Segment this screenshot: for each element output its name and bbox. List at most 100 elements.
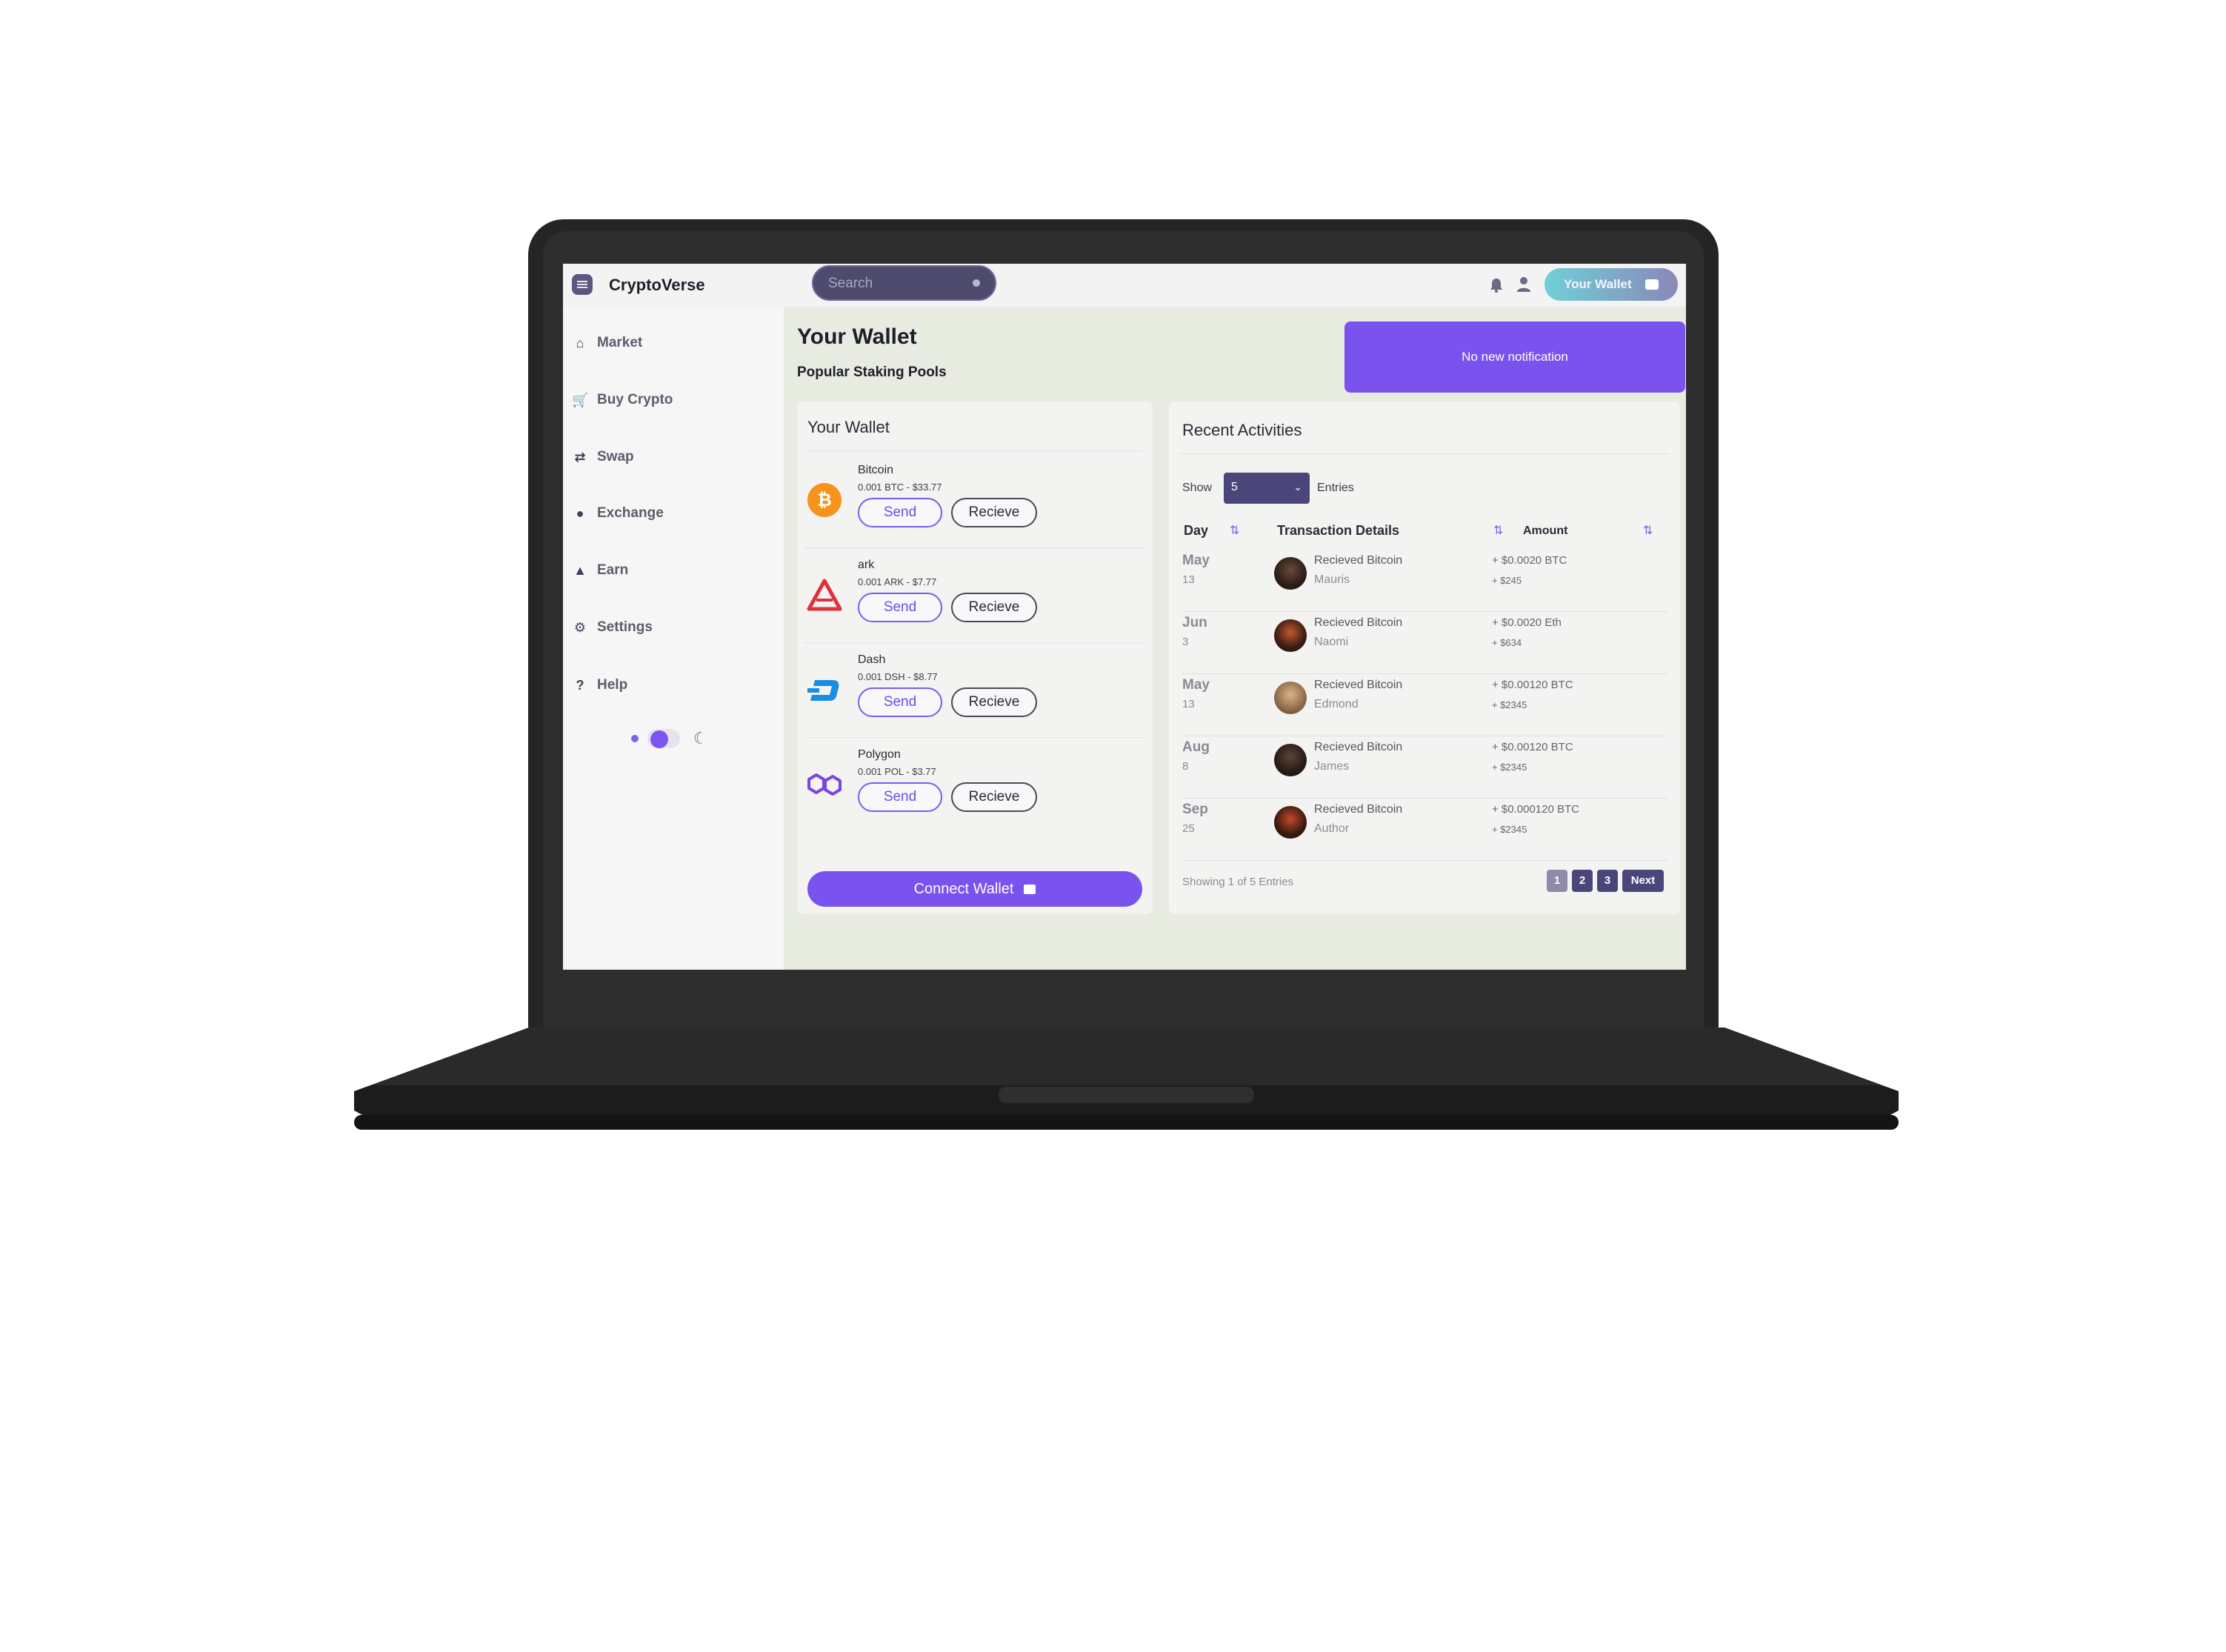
page-1-button[interactable]: 1 (1547, 870, 1567, 892)
svg-text:₿: ₿ (817, 490, 832, 510)
sidebar-item-swap[interactable]: ⇄ Swap (572, 446, 772, 468)
main-content: Your Wallet Popular Staking Pools No new… (784, 307, 1686, 970)
divider (1179, 453, 1670, 454)
send-button[interactable]: Send (858, 687, 942, 717)
moon-icon[interactable]: ☾ (693, 729, 708, 748)
row-description: Recieved Bitcoin (1314, 616, 1403, 629)
coin-amount: 0.001 POL - $3.77 (858, 766, 936, 777)
swap-icon: ⇄ (574, 450, 586, 464)
sort-icon[interactable]: ⇅ (1230, 523, 1239, 538)
sidebar-item-label: Market (597, 335, 643, 350)
sidebar-item-exchange[interactable]: ● Exchange (572, 502, 772, 524)
row-month: May (1182, 553, 1210, 568)
entries-select[interactable]: 5 ⌄ (1224, 473, 1310, 504)
coin-amount: 0.001 DSH - $8.77 (858, 671, 938, 682)
row-sender: Naomi (1314, 636, 1349, 648)
coin-name: Dash (858, 653, 886, 666)
notification-banner: No new notification (1344, 322, 1685, 393)
send-button[interactable]: Send (858, 593, 942, 622)
app-screen: CryptoVerse Your Wallet ⌂ Market 🛒 Buy C… (563, 264, 1686, 970)
page-3-button[interactable]: 3 (1597, 870, 1618, 892)
column-header-transaction[interactable]: Transaction Details (1277, 523, 1399, 539)
row-amount: + $0.000120 BTC (1492, 803, 1580, 816)
search-box[interactable] (812, 265, 996, 301)
row-month: May (1182, 677, 1210, 693)
page-2-button[interactable]: 2 (1572, 870, 1593, 892)
top-bar: CryptoVerse Your Wallet (563, 264, 1686, 308)
table-row[interactable]: Aug 8 Recieved Bitcoin James + $0.00120 … (1182, 736, 1668, 799)
divider (1182, 860, 1668, 861)
user-icon[interactable] (1516, 276, 1532, 293)
search-icon[interactable] (973, 279, 980, 287)
gear-icon: ⚙ (573, 620, 587, 635)
send-button[interactable]: Send (858, 782, 942, 812)
earn-icon: ▲ (573, 563, 587, 578)
sidebar-item-earn[interactable]: ▲ Earn (572, 559, 772, 582)
coin-name: Bitcoin (858, 464, 894, 476)
receive-button[interactable]: Recieve (951, 782, 1037, 812)
wallet-card-title: Your Wallet (807, 418, 890, 436)
divider (807, 450, 1142, 451)
search-input[interactable] (827, 274, 963, 293)
row-description: Recieved Bitcoin (1314, 741, 1403, 753)
row-day: 13 (1182, 573, 1195, 586)
row-amount: + $0.00120 BTC (1492, 741, 1573, 753)
receive-button[interactable]: Recieve (951, 498, 1037, 527)
row-day: 3 (1182, 636, 1189, 648)
sidebar-item-settings[interactable]: ⚙ Settings (572, 616, 772, 639)
receive-button[interactable]: Recieve (951, 687, 1037, 717)
table-row[interactable]: Jun 3 Recieved Bitcoin Naomi + $0.0020 E… (1182, 612, 1668, 674)
row-day: 8 (1182, 760, 1189, 773)
wallet-card: Your Wallet ₿ Bitcoin 0.001 BTC - $33.77… (797, 402, 1153, 914)
theme-toggle-knob[interactable] (650, 730, 668, 748)
avatar (1274, 806, 1307, 839)
send-button[interactable]: Send (858, 498, 942, 527)
row-description: Recieved Bitcoin (1314, 554, 1403, 567)
coin-name: ark (858, 559, 875, 571)
column-header-amount[interactable]: Amount (1523, 524, 1567, 538)
bell-icon[interactable] (1489, 277, 1504, 293)
coin-amount: 0.001 BTC - $33.77 (858, 482, 942, 493)
coin-item: ₿ Bitcoin 0.001 BTC - $33.77 Send Reciev… (797, 453, 1153, 548)
row-day: 13 (1182, 698, 1195, 710)
row-amount: + $0.00120 BTC (1492, 679, 1573, 691)
sort-icon[interactable]: ⇅ (1493, 523, 1503, 538)
sidebar-item-label: Swap (597, 449, 634, 464)
table-row[interactable]: May 13 Recieved Bitcoin Mauris + $0.0020… (1182, 550, 1668, 612)
cart-icon: 🛒 (572, 393, 589, 407)
show-label: Show (1182, 482, 1213, 494)
sun-icon[interactable] (631, 735, 639, 742)
coin-amount: 0.001 ARK - $7.77 (858, 576, 937, 587)
sidebar-item-label: Buy Crypto (597, 392, 673, 407)
column-header-day[interactable]: Day (1184, 523, 1208, 539)
recent-activities-card: Recent Activities Show 5 ⌄ Entries Day ⇅… (1169, 402, 1680, 914)
row-amount: + $0.0020 Eth (1492, 616, 1562, 629)
avatar (1274, 619, 1307, 652)
coin-name: Polygon (858, 748, 901, 761)
ark-icon (807, 579, 842, 611)
page-title: Your Wallet (797, 324, 917, 349)
row-description: Recieved Bitcoin (1314, 679, 1403, 691)
avatar (1274, 557, 1307, 590)
sidebar-item-buy-crypto[interactable]: 🛒 Buy Crypto (572, 389, 772, 411)
row-month: Jun (1182, 615, 1207, 630)
avatar (1274, 744, 1307, 776)
sidebar-item-market[interactable]: ⌂ Market (572, 332, 772, 354)
sidebar-item-label: Help (597, 677, 628, 693)
table-row[interactable]: May 13 Recieved Bitcoin Edmond + $0.0012… (1182, 674, 1668, 736)
connect-wallet-label: Connect Wallet (913, 881, 1014, 897)
row-sender: James (1314, 760, 1350, 773)
sidebar-item-help[interactable]: ? Help (572, 674, 772, 696)
row-day: 25 (1182, 822, 1195, 835)
sort-icon[interactable]: ⇅ (1643, 523, 1653, 538)
receive-button[interactable]: Recieve (951, 593, 1037, 622)
laptop-base (354, 1027, 1899, 1130)
row-usd: + $2345 (1492, 824, 1527, 835)
next-page-button[interactable]: Next (1622, 870, 1664, 892)
polygon-icon (807, 773, 842, 796)
menu-icon[interactable] (572, 274, 593, 295)
table-row[interactable]: Sep 25 Recieved Bitcoin Author + $0.0001… (1182, 799, 1668, 861)
connect-wallet-button[interactable]: Connect Wallet (807, 871, 1142, 907)
your-wallet-button[interactable]: Your Wallet (1544, 268, 1678, 301)
recent-activities-title: Recent Activities (1182, 421, 1302, 439)
